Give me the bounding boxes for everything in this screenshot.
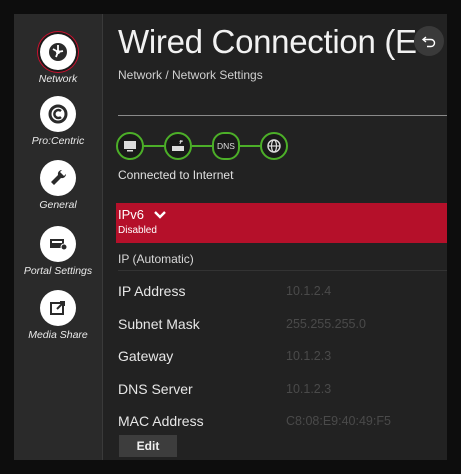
sidebar-item-label: Pro:Centric [31,135,85,147]
sidebar-item-label: Media Share [28,329,88,341]
row-key: Gateway [118,348,174,364]
connection-link [144,145,164,147]
subnet-mask-row: Subnet Mask 255.255.255.0 [118,316,447,340]
sidebar-divider [102,14,103,460]
section-divider [118,270,447,271]
ipv6-label: IPv6 [118,207,145,222]
row-value: 10.1.2.3 [286,349,332,363]
back-arrow-icon [421,36,436,48]
dns-server-row: DNS Server 10.1.2.3 [118,381,447,405]
page-title: Wired Connection (E [118,23,417,60]
router-icon [164,132,192,160]
connection-path: DNS [116,132,296,160]
row-value: 10.1.2.3 [286,382,332,396]
media-share-icon [40,290,76,326]
back-button[interactable] [414,26,444,56]
mac-address-row: MAC Address C8:08:E9:40:49:F5 [118,413,447,437]
sidebar-item-general[interactable]: General [14,160,102,211]
header-divider [118,115,447,116]
settings-panel: Network Pro:Centric General Portal Setti… [14,14,447,460]
gateway-row: Gateway 10.1.2.3 [118,348,447,372]
procentric-icon [40,96,76,132]
ip-mode-label: IP (Automatic) [118,252,194,266]
connection-link [192,145,212,147]
chevron-down-icon [154,211,166,219]
sidebar: Network Pro:Centric General Portal Setti… [14,14,102,460]
sidebar-item-network[interactable]: Network [14,34,102,85]
dns-node: DNS [212,132,240,160]
network-icon [40,34,76,70]
row-key: MAC Address [118,413,204,429]
row-key: Subnet Mask [118,316,200,332]
row-key: IP Address [118,283,186,299]
ipv6-dropdown[interactable]: IPv6 Disabled [116,203,447,243]
sidebar-item-procentric[interactable]: Pro:Centric [14,96,102,147]
sidebar-item-label: Portal Settings [23,265,93,277]
sidebar-item-label: General [39,199,77,211]
wrench-icon [40,160,76,196]
breadcrumb: Network / Network Settings [118,68,263,82]
ip-address-row: IP Address 10.1.2.4 [118,283,447,307]
row-value: 255.255.255.0 [286,317,366,331]
sidebar-item-portal-settings[interactable]: Portal Settings [14,226,102,277]
edit-button[interactable]: Edit [119,435,177,457]
portal-icon [40,226,76,262]
tv-icon [116,132,144,160]
connection-link [240,145,260,147]
globe-icon [260,132,288,160]
sidebar-item-label: Network [38,73,78,85]
row-value: 10.1.2.4 [286,284,332,298]
sidebar-item-media-share[interactable]: Media Share [14,290,102,341]
ipv6-value: Disabled [118,225,157,236]
row-key: DNS Server [118,381,193,397]
row-value: C8:08:E9:40:49:F5 [286,414,391,428]
connection-status: Connected to Internet [118,168,234,182]
